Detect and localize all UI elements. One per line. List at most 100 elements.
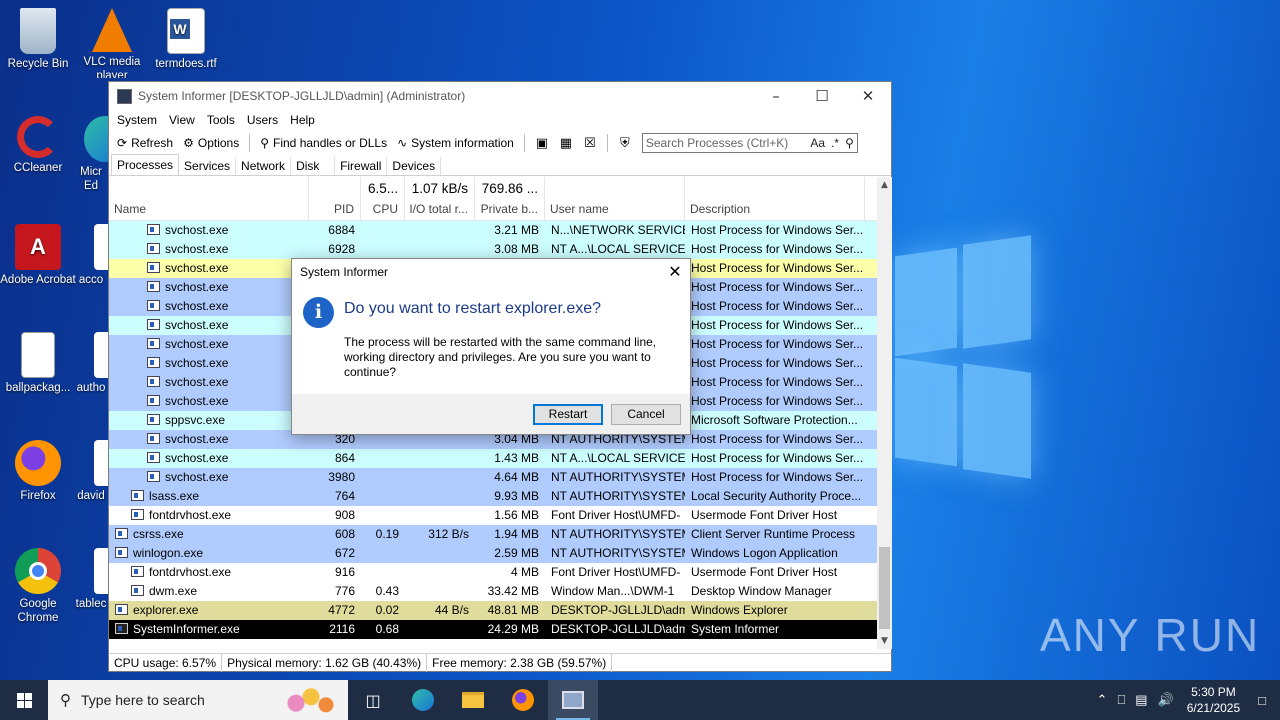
process-row[interactable]: dwm.exe 776 0.43 33.42 MB Window Man...\DWM-… (109, 582, 877, 601)
options-button[interactable]: ⚙ Options (179, 134, 243, 152)
process-desc: Host Process for Windows Ser... (691, 356, 863, 370)
process-row[interactable]: lsass.exe 764 9.93 MB NT AUTHORITY\SYSTEM Lo… (109, 487, 877, 506)
desktop-icon-tablec[interactable]: tablec (74, 548, 108, 611)
process-cpu: 0.02 (375, 603, 399, 617)
column-name[interactable]: Name (109, 177, 309, 221)
process-row[interactable]: csrss.exe 608 0.19 312 B/s 1.94 MB NT AUTHORI… (109, 525, 877, 544)
notification-icon[interactable]: □ (1248, 693, 1280, 708)
process-name: svchost.exe (147, 318, 303, 332)
desktop-icon-recycle-bin[interactable]: Recycle Bin (0, 8, 76, 71)
desktop-icon-ccleaner[interactable]: CCleaner (0, 116, 76, 175)
close-button[interactable]: ✕ (845, 82, 891, 110)
desktop-icon-vlc[interactable]: VLC media player (74, 8, 150, 78)
tab-network[interactable]: Network (236, 157, 292, 175)
process-desc: Client Server Runtime Process (691, 527, 856, 541)
menu-tools[interactable]: Tools (201, 113, 241, 127)
close-window-icon[interactable]: ☒ (579, 136, 601, 151)
process-desc: Usermode Font Driver Host (691, 508, 838, 522)
scrollbar-thumb[interactable] (879, 547, 890, 629)
taskbar-edge[interactable] (398, 680, 448, 720)
start-button[interactable] (0, 680, 48, 720)
process-row[interactable]: fontdrvhost.exe 916 4 MB Font Driver Host\U… (109, 563, 877, 582)
window-titlebar[interactable]: System Informer [DESKTOP-JGLLJLD\admin] … (109, 82, 891, 110)
process-row[interactable]: fontdrvhost.exe 908 1.56 MB Font Driver Hos… (109, 506, 877, 525)
process-icon (147, 281, 160, 292)
process-row[interactable]: explorer.exe 4772 0.02 44 B/s 48.81 MB DESKTO… (109, 601, 877, 620)
clock[interactable]: 5:30 PM 6/21/2025 (1179, 684, 1248, 716)
window-icon[interactable]: ▣ (531, 136, 553, 151)
process-name-text: sppsvc.exe (165, 413, 226, 427)
close-icon: ✕ (861, 87, 875, 105)
process-row[interactable]: ⌄winlogon.exe 672 2.59 MB NT AUTHORITY\SYST… (109, 544, 877, 563)
cancel-button[interactable]: Cancel (611, 404, 681, 425)
desktop-icon-firefox[interactable]: Firefox (0, 440, 76, 503)
process-priv: 24.29 MB (487, 622, 539, 636)
process-row[interactable]: svchost.exe 864 1.43 MB NT A...\LOCAL SERVI… (109, 449, 877, 468)
taskbar-search[interactable]: ⚲ Type here to search (48, 680, 348, 720)
tab-devices[interactable]: Devices (387, 157, 442, 175)
shield-icon[interactable]: ⛨ (614, 136, 636, 151)
chrome-icon (15, 548, 61, 594)
desktop-icon-autho[interactable]: autho (74, 332, 108, 395)
column-pid[interactable]: PID (309, 177, 361, 221)
desktop-icon-acco[interactable]: acco (74, 224, 108, 287)
device-icon[interactable]: ⎕ (1112, 692, 1130, 708)
dialog-close-icon[interactable]: ✕ (660, 262, 690, 282)
taskbar-file-explorer[interactable] (448, 680, 498, 720)
maximize-button[interactable]: ☐ (799, 82, 845, 110)
scroll-down-icon[interactable]: ▼ (877, 636, 892, 646)
search-processes-input[interactable]: Search Processes (Ctrl+K) Aa .* ⚲ (641, 133, 858, 153)
desktop-icon-ballpackag[interactable]: ballpackag... (0, 332, 76, 395)
process-cpu: 0.68 (375, 622, 399, 636)
process-user: NT A...\LOCAL SERVICE (551, 451, 685, 465)
match-case-toggle[interactable]: Aa (807, 136, 828, 150)
find-handles-button[interactable]: ⚲ Find handles or DLLs (256, 134, 391, 152)
system-information-button[interactable]: ∿ System information (393, 134, 518, 152)
column-cpu[interactable]: 6.5... CPU (361, 177, 405, 221)
desktop-icon-termdoes[interactable]: W termdoes.rtf (148, 8, 224, 71)
process-row[interactable]: svchost.exe 3980 4.64 MB NT AUTHORITY\SYSTE… (109, 468, 877, 487)
regex-toggle[interactable]: .* (828, 136, 842, 150)
minimize-button[interactable]: – (753, 82, 799, 110)
desktop-icon-label: tablec (75, 598, 107, 610)
tab-firewall[interactable]: Firewall (335, 157, 388, 175)
scroll-up-icon[interactable]: ▲ (877, 180, 892, 190)
taskbar-system-informer[interactable] (548, 680, 598, 720)
menu-system[interactable]: System (111, 113, 163, 127)
desktop-icon-david[interactable]: david (74, 440, 108, 503)
find-window-icon[interactable]: ▦ (555, 136, 577, 151)
vertical-scrollbar[interactable]: ▲ ▼ (877, 177, 892, 649)
column-private-bytes[interactable]: 769.86 ... Private b... (475, 177, 545, 221)
process-pid: 4772 (328, 603, 355, 617)
desktop-icon-edge[interactable]: Micr Ed (74, 116, 108, 193)
dialog-titlebar[interactable]: System Informer ✕ (292, 259, 690, 285)
task-view-button[interactable]: ◫ (348, 680, 398, 720)
network-icon[interactable]: ▤ (1130, 692, 1152, 708)
process-row[interactable]: svchost.exe 6884 3.21 MB N...\NETWORK SERVI… (109, 221, 877, 240)
taskbar-firefox[interactable] (498, 680, 548, 720)
volume-icon[interactable]: 🔊 (1153, 692, 1179, 708)
process-row[interactable]: SystemInformer.exe 2116 0.68 24.29 MB DESKTO… (109, 620, 877, 639)
restart-button[interactable]: Restart (533, 404, 603, 425)
column-user-name[interactable]: User name (545, 177, 685, 221)
desktop-icon-google-chrome[interactable]: Google Chrome (0, 548, 76, 625)
chevron-up-icon[interactable]: ⌃ (1092, 692, 1113, 708)
tab-processes[interactable]: Processes (111, 154, 180, 175)
tab-services[interactable]: Services (179, 157, 237, 175)
desktop-icon-adobe-acrobat[interactable]: A Adobe Acrobat (0, 224, 76, 287)
refresh-button[interactable]: ⟳ Refresh (113, 134, 177, 152)
menu-view[interactable]: View (163, 113, 201, 127)
process-name: sppsvc.exe (147, 413, 303, 427)
tab-disk[interactable]: Disk (291, 157, 336, 175)
column-description[interactable]: Description (685, 177, 865, 221)
process-priv: 4.64 MB (494, 470, 539, 484)
search-icon[interactable]: ⚲ (842, 136, 857, 150)
firefox-icon (512, 689, 534, 711)
free-memory-status: Free memory: 2.38 GB (59.57%) (427, 654, 613, 672)
menu-users[interactable]: Users (241, 113, 284, 127)
menu-help[interactable]: Help (284, 113, 321, 127)
column-io-total[interactable]: 1.07 kB/s I/O total r... (405, 177, 475, 221)
process-name-text: svchost.exe (165, 242, 229, 256)
process-name: svchost.exe (147, 375, 303, 389)
process-row[interactable]: svchost.exe 6928 3.08 MB NT A...\LOCAL SERV… (109, 240, 877, 259)
